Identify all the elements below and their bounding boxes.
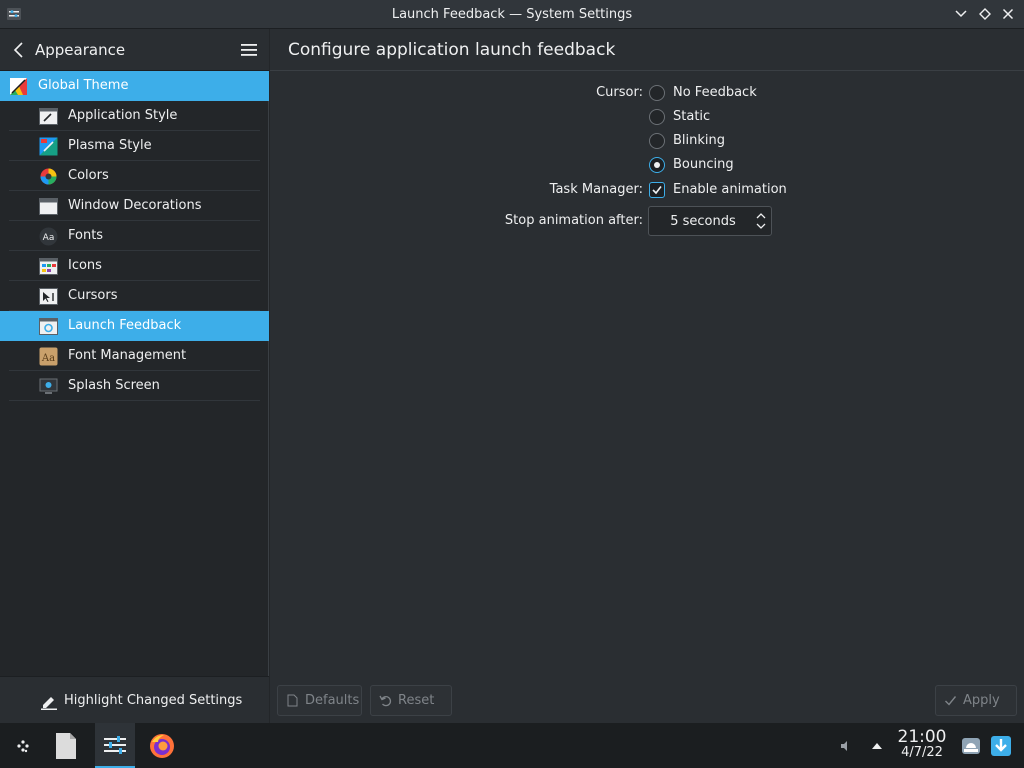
font-management-icon: Aa — [39, 347, 58, 366]
sidebar-nav: Global Theme Application Style Plasma St… — [0, 71, 269, 401]
radio-blinking[interactable] — [649, 133, 665, 149]
stop-animation-spinbox[interactable]: 5 seconds — [648, 206, 772, 236]
checkmark-icon — [652, 186, 662, 195]
stop-animation-label: Stop animation after: — [504, 213, 643, 228]
divider — [9, 400, 260, 401]
radio-bouncing-label[interactable]: Bouncing — [673, 157, 734, 172]
icons-icon — [39, 257, 58, 276]
reset-label: Reset — [398, 693, 435, 708]
sidebar-item-launch-feedback[interactable]: Launch Feedback — [0, 311, 269, 341]
clock-date[interactable]: 4/7/22 — [896, 745, 948, 760]
task-manager-label: Task Manager: — [549, 182, 643, 197]
stop-animation-value[interactable]: 5 seconds — [649, 214, 757, 229]
cursors-icon — [39, 287, 58, 306]
file-manager-icon[interactable] — [50, 723, 82, 768]
title-bar: Launch Feedback — System Settings — [0, 0, 1024, 29]
window-decorations-icon — [39, 197, 58, 216]
radio-no-feedback-label[interactable]: No Feedback — [673, 85, 757, 100]
radio-static[interactable] — [649, 109, 665, 125]
highlight-changed-settings-label: Highlight Changed Settings — [64, 693, 243, 708]
highlight-changed-settings-button[interactable]: Highlight Changed Settings — [0, 676, 269, 723]
sidebar-item-label: Launch Feedback — [68, 318, 182, 333]
svg-text:Aa: Aa — [43, 233, 55, 243]
undo-icon — [379, 694, 392, 707]
sidebar-item-plasma-style[interactable]: Plasma Style — [0, 131, 269, 161]
defaults-button[interactable]: Defaults — [277, 685, 362, 716]
volume-icon[interactable] — [835, 723, 855, 768]
checkmark-icon — [944, 694, 957, 707]
sidebar-item-icons[interactable]: Icons — [0, 251, 269, 281]
radio-blinking-label[interactable]: Blinking — [673, 133, 725, 148]
spin-arrows-icon[interactable] — [755, 210, 767, 232]
enable-animation-label[interactable]: Enable animation — [673, 182, 787, 197]
page-title: Configure application launch feedback — [288, 40, 616, 60]
breadcrumb[interactable]: Appearance — [35, 41, 125, 59]
system-settings-task-icon[interactable] — [95, 723, 135, 768]
hamburger-menu-icon[interactable] — [240, 42, 258, 58]
radio-bouncing[interactable] — [649, 157, 665, 173]
splash-screen-icon — [39, 377, 58, 396]
taskbar — [0, 723, 1024, 768]
page-header: Configure application launch feedback — [270, 29, 1024, 71]
sidebar-item-label: Colors — [68, 168, 109, 183]
sidebar-item-font-management[interactable]: Aa Font Management — [0, 341, 269, 371]
maximize-button[interactable] — [976, 5, 994, 23]
sidebar-item-label: Cursors — [68, 288, 118, 303]
sidebar-item-global-theme[interactable]: Global Theme — [0, 71, 269, 101]
sidebar-item-window-decorations[interactable]: Window Decorations — [0, 191, 269, 221]
plasma-style-icon — [39, 137, 58, 156]
application-launcher-icon[interactable] — [8, 723, 38, 768]
application-style-icon — [39, 107, 58, 126]
enable-animation-checkbox[interactable] — [649, 182, 665, 198]
close-button[interactable] — [999, 5, 1017, 23]
sidebar-item-label: Window Decorations — [68, 198, 202, 213]
minimize-button[interactable] — [952, 5, 970, 23]
sidebar-item-splash-screen[interactable]: Splash Screen — [0, 371, 269, 401]
sidebar-item-label: Application Style — [68, 108, 178, 123]
launch-feedback-icon — [39, 317, 58, 336]
storage-device-icon[interactable] — [958, 723, 984, 768]
back-arrow-icon[interactable] — [11, 41, 27, 59]
document-defaults-icon — [286, 694, 299, 707]
colors-icon — [39, 167, 58, 186]
download-updates-icon[interactable] — [988, 723, 1014, 768]
window-title: Launch Feedback — System Settings — [391, 7, 633, 22]
sidebar-item-label: Fonts — [68, 228, 104, 243]
cursor-label: Cursor: — [596, 85, 643, 100]
sidebar-item-application-style[interactable]: Application Style — [0, 101, 269, 131]
apply-label: Apply — [963, 693, 1000, 708]
reset-button[interactable]: Reset — [370, 685, 452, 716]
radio-static-label[interactable]: Static — [673, 109, 710, 124]
main-content: Configure application launch feedback Cu… — [270, 29, 1024, 723]
defaults-label: Defaults — [305, 693, 360, 708]
clock-time[interactable]: 21:00 — [896, 727, 948, 747]
firefox-icon[interactable] — [144, 723, 180, 768]
sidebar-item-colors[interactable]: Colors — [0, 161, 269, 191]
sidebar-header: Appearance — [0, 29, 269, 71]
sidebar-item-label: Icons — [68, 258, 102, 273]
sidebar-item-cursors[interactable]: Cursors — [0, 281, 269, 311]
radio-no-feedback[interactable] — [649, 85, 665, 101]
sidebar-item-label: Font Management — [68, 348, 187, 363]
svg-text:Aa: Aa — [41, 353, 55, 364]
sidebar: Appearance Global Theme Application Styl… — [0, 29, 269, 723]
apply-button[interactable]: Apply — [935, 685, 1017, 716]
sidebar-item-fonts[interactable]: Aa Fonts — [0, 221, 269, 251]
sidebar-item-label: Splash Screen — [68, 378, 160, 393]
sidebar-item-label: Global Theme — [38, 78, 129, 93]
global-theme-icon — [9, 77, 28, 96]
highlighter-icon — [40, 692, 58, 710]
fonts-icon: Aa — [39, 227, 58, 246]
show-hidden-tray-icon[interactable] — [866, 723, 888, 768]
sidebar-item-label: Plasma Style — [68, 138, 152, 153]
